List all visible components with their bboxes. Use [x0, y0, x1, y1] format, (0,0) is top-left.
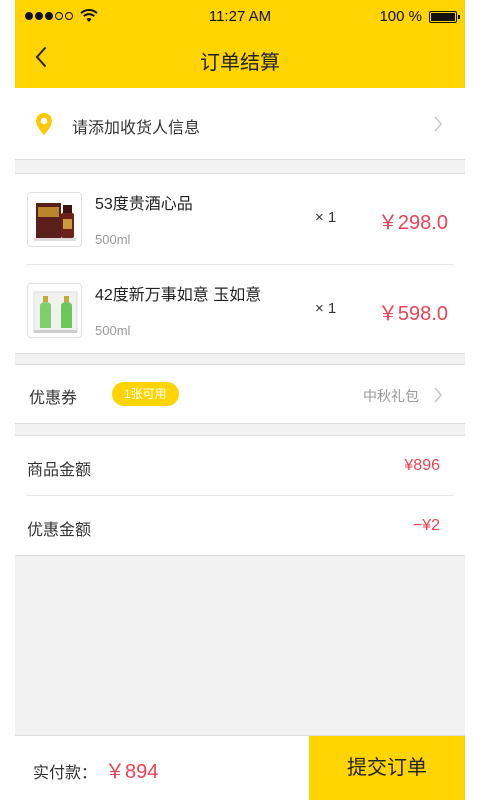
product-price: ￥598.0 [377, 303, 448, 325]
chevron-right-icon [434, 387, 443, 403]
coupon-label: 优惠券 [29, 390, 78, 407]
coupon-row[interactable]: 优惠券 1张可用 中秋礼包 [15, 364, 465, 424]
actual-payment-label: 实付款： [33, 765, 98, 782]
discount-amount-value: −¥2 [412, 517, 440, 534]
product-name: 42度新万事如意 玉如意 [95, 287, 262, 304]
product-spec: 500ml [95, 232, 131, 247]
status-bar: 11:27 AM 100 % [15, 0, 465, 34]
location-pin-icon [36, 113, 52, 135]
add-address-label: 请添加收货人信息 [72, 120, 201, 137]
phone-screen: 11:27 AM 100 % 订单结算 请添加收货人信息 53度贵酒心品 500… [15, 0, 465, 800]
list-item[interactable]: 53度贵酒心品 500ml × 1 ￥298.0 [15, 174, 465, 265]
discount-amount-label: 优惠金额 [27, 522, 92, 539]
battery-icon [429, 11, 460, 23]
submit-order-button[interactable]: 提交订单 [309, 736, 465, 800]
goods-amount-value: ¥896 [404, 457, 440, 474]
actual-payment-value: ￥894 [105, 761, 159, 783]
list-item[interactable]: 42度新万事如意 玉如意 500ml × 1 ￥598.0 [15, 265, 465, 355]
add-address-row[interactable]: 请添加收货人信息 [15, 88, 465, 160]
product-spec: 500ml [95, 323, 131, 338]
goods-amount-label: 商品金额 [27, 462, 92, 479]
page-title: 订单结算 [200, 52, 280, 74]
product-image [27, 283, 82, 338]
product-quantity: × 1 [315, 209, 337, 226]
coupon-available-badge: 1张可用 [112, 382, 179, 406]
discount-amount-row: 优惠金额 −¥2 [15, 496, 465, 556]
header-bar: 11:27 AM 100 % 订单结算 [15, 0, 465, 88]
battery-percentage: 100 % [379, 8, 422, 25]
goods-amount-row: 商品金额 ¥896 [15, 436, 465, 496]
checkout-bar: 实付款： ￥894 提交订单 [15, 735, 465, 800]
product-name: 53度贵酒心品 [95, 196, 193, 213]
product-price: ￥298.0 [377, 212, 448, 234]
chevron-right-icon [434, 116, 443, 132]
product-list: 53度贵酒心品 500ml × 1 ￥298.0 42度新万事如意 玉如意 50… [15, 173, 465, 354]
amount-summary: 商品金额 ¥896 优惠金额 −¥2 [15, 435, 465, 556]
product-image [27, 192, 82, 247]
product-quantity: × 1 [315, 300, 337, 317]
coupon-selected-value: 中秋礼包 [363, 388, 419, 404]
